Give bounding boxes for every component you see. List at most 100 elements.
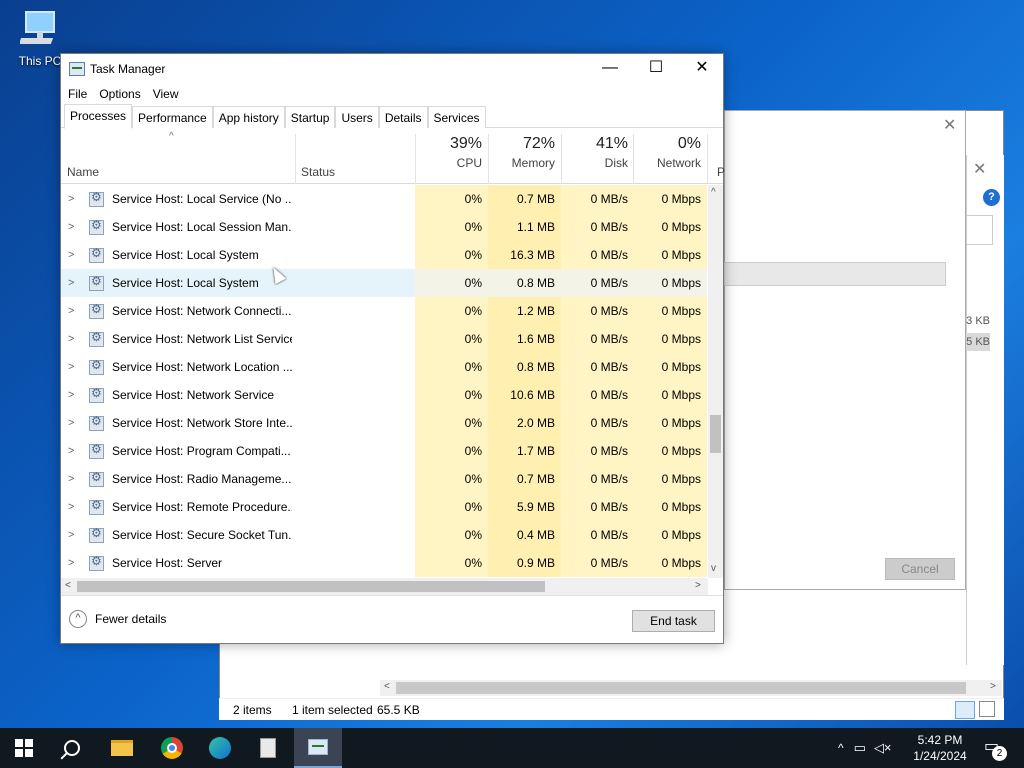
column-disk-header[interactable]: 41% Disk <box>561 135 628 170</box>
network-value: 0 Mbps <box>661 528 701 542</box>
horizontal-scrollbar[interactable]: < > <box>61 578 708 595</box>
close-icon[interactable]: ✕ <box>943 115 956 135</box>
fewer-details-button[interactable]: ^ Fewer details <box>69 610 166 628</box>
expand-chevron-icon[interactable]: > <box>68 185 74 213</box>
tab-processes[interactable]: Processes <box>64 104 133 129</box>
clock[interactable]: 5:42 PM 1/24/2024 <box>904 732 976 764</box>
disk-value: 0 MB/s <box>590 192 628 206</box>
chrome-button[interactable] <box>148 728 196 768</box>
tab-services[interactable]: Services <box>427 106 486 128</box>
scroll-right-icon[interactable]: > <box>695 580 701 591</box>
title-bar[interactable]: Task Manager — ☐ ✕ <box>61 54 723 84</box>
tab-users[interactable]: Users <box>335 106 379 128</box>
expand-chevron-icon[interactable]: > <box>68 493 74 521</box>
scroll-left-icon[interactable]: < <box>65 580 71 591</box>
scrollbar-thumb[interactable] <box>77 581 545 592</box>
column-name-header[interactable]: Name <box>67 165 99 179</box>
expand-chevron-icon[interactable]: > <box>68 409 74 437</box>
network-icon[interactable]: ▭ <box>854 740 866 756</box>
expand-chevron-icon[interactable]: > <box>68 297 74 325</box>
end-task-button[interactable]: End task <box>632 610 715 632</box>
expand-chevron-icon[interactable]: > <box>68 465 74 493</box>
menu-options[interactable]: Options <box>98 84 147 104</box>
show-hidden-icons-icon[interactable]: ^ <box>838 741 844 755</box>
edge-button[interactable] <box>196 728 244 768</box>
column-memory-header[interactable]: 72% Memory <box>488 135 555 170</box>
expand-chevron-icon[interactable]: > <box>68 521 74 549</box>
expand-chevron-icon[interactable]: > <box>68 269 74 297</box>
tab-performance[interactable]: Performance <box>132 106 213 128</box>
expand-chevron-icon[interactable]: > <box>68 241 74 269</box>
service-host-icon <box>89 274 104 291</box>
tab-strip: Processes Performance App history Startu… <box>61 104 723 129</box>
process-row[interactable]: > Service Host: Network Service 0% 10.6 MB 0… <box>61 381 707 409</box>
vertical-scrollbar[interactable]: ^ v <box>708 185 723 578</box>
computer-icon <box>18 8 60 52</box>
process-row[interactable]: > Service Host: Remote Procedure... 0% 5.9 … <box>61 493 707 521</box>
column-divider[interactable] <box>295 134 296 184</box>
menu-view[interactable]: View <box>152 84 186 104</box>
chevron-up-icon: ^ <box>69 610 87 628</box>
memory-value: 1.7 MB <box>516 444 555 458</box>
process-row[interactable]: > Service Host: Secure Socket Tun... 0% 0.4… <box>61 521 707 549</box>
process-row[interactable]: > Service Host: Local Service (No ... 0% 0.… <box>61 185 707 213</box>
process-row[interactable]: > Service Host: Radio Manageme... 0% 0.7 MB… <box>61 465 707 493</box>
cpu-value: 0% <box>464 556 482 570</box>
expand-chevron-icon[interactable]: > <box>68 549 74 577</box>
process-row[interactable]: > Service Host: Local System 0% 16.3 MB 0 MB… <box>61 241 707 269</box>
task-manager-taskbar-button[interactable] <box>294 728 342 768</box>
details-view-icon[interactable] <box>955 701 975 719</box>
process-row[interactable]: > Service Host: Server 0% 0.9 MB 0 MB/s 0 Mbp… <box>61 549 707 577</box>
scroll-left-icon[interactable]: < <box>384 681 390 692</box>
memory-value: 16.3 MB <box>510 248 555 262</box>
tab-app-history[interactable]: App history <box>212 106 285 128</box>
close-icon[interactable]: ✕ <box>973 159 986 179</box>
cpu-label: CPU <box>456 156 482 170</box>
volume-muted-icon[interactable]: ◁× <box>874 740 892 756</box>
search-button[interactable] <box>48 728 96 768</box>
service-host-icon <box>89 498 104 515</box>
scroll-right-icon[interactable]: > <box>990 681 996 692</box>
column-cpu-header[interactable]: 39% CPU <box>415 135 482 170</box>
help-icon[interactable]: ? <box>983 189 1000 206</box>
file-explorer-button[interactable] <box>98 728 146 768</box>
background-horizontal-scrollbar[interactable]: < > <box>380 680 1002 696</box>
minimize-button[interactable]: — <box>587 54 633 84</box>
background-dialog-edge: ✕ <box>966 155 1004 665</box>
disk-value: 0 MB/s <box>590 304 628 318</box>
maximize-button[interactable]: ☐ <box>633 54 679 84</box>
expand-chevron-icon[interactable]: > <box>68 325 74 353</box>
column-power-header-partial[interactable]: P <box>717 165 725 179</box>
scroll-up-icon[interactable]: ^ <box>711 187 716 198</box>
tab-details[interactable]: Details <box>378 106 428 128</box>
network-value: 0 Mbps <box>661 248 701 262</box>
menu-file[interactable]: File <box>67 84 94 104</box>
process-row[interactable]: > Service Host: Local System 0% 0.8 MB 0 MB/… <box>61 269 707 297</box>
column-status-header[interactable]: Status <box>301 165 335 179</box>
expand-chevron-icon[interactable]: > <box>68 213 74 241</box>
process-row[interactable]: > Service Host: Network Location ... 0% 0.8… <box>61 353 707 381</box>
cpu-value: 0% <box>464 192 482 206</box>
column-divider[interactable] <box>707 134 708 184</box>
fewer-details-label: Fewer details <box>95 612 167 626</box>
expand-chevron-icon[interactable]: > <box>68 381 74 409</box>
process-row[interactable]: > Service Host: Local Session Man... 0% 1.1… <box>61 213 707 241</box>
process-row[interactable]: > Service Host: Program Compati... 0% 1.7 M… <box>61 437 707 465</box>
process-row[interactable]: > Service Host: Network Connecti... 0% 1.2 … <box>61 297 707 325</box>
expand-chevron-icon[interactable]: > <box>68 353 74 381</box>
scrollbar-thumb[interactable] <box>710 415 721 453</box>
process-row[interactable]: > Service Host: Network List Service 0% 1.6… <box>61 325 707 353</box>
scroll-down-icon[interactable]: v <box>711 563 716 574</box>
tab-startup[interactable]: Startup <box>284 106 336 128</box>
process-row[interactable]: > Service Host: Network Store Inte... 0% 2.… <box>61 409 707 437</box>
close-button[interactable]: ✕ <box>679 54 725 84</box>
start-button[interactable] <box>0 728 48 768</box>
large-icons-view-icon[interactable] <box>979 701 995 717</box>
cancel-button[interactable]: Cancel <box>885 558 955 580</box>
clipboard-app-button[interactable] <box>244 728 292 768</box>
expand-chevron-icon[interactable]: > <box>68 437 74 465</box>
notification-center-button[interactable]: ▭ 2 <box>984 736 1007 761</box>
column-network-header[interactable]: 0% Network <box>633 135 701 170</box>
this-pc-desktop-icon[interactable]: This PC <box>14 8 66 68</box>
scrollbar-thumb[interactable] <box>396 682 966 694</box>
